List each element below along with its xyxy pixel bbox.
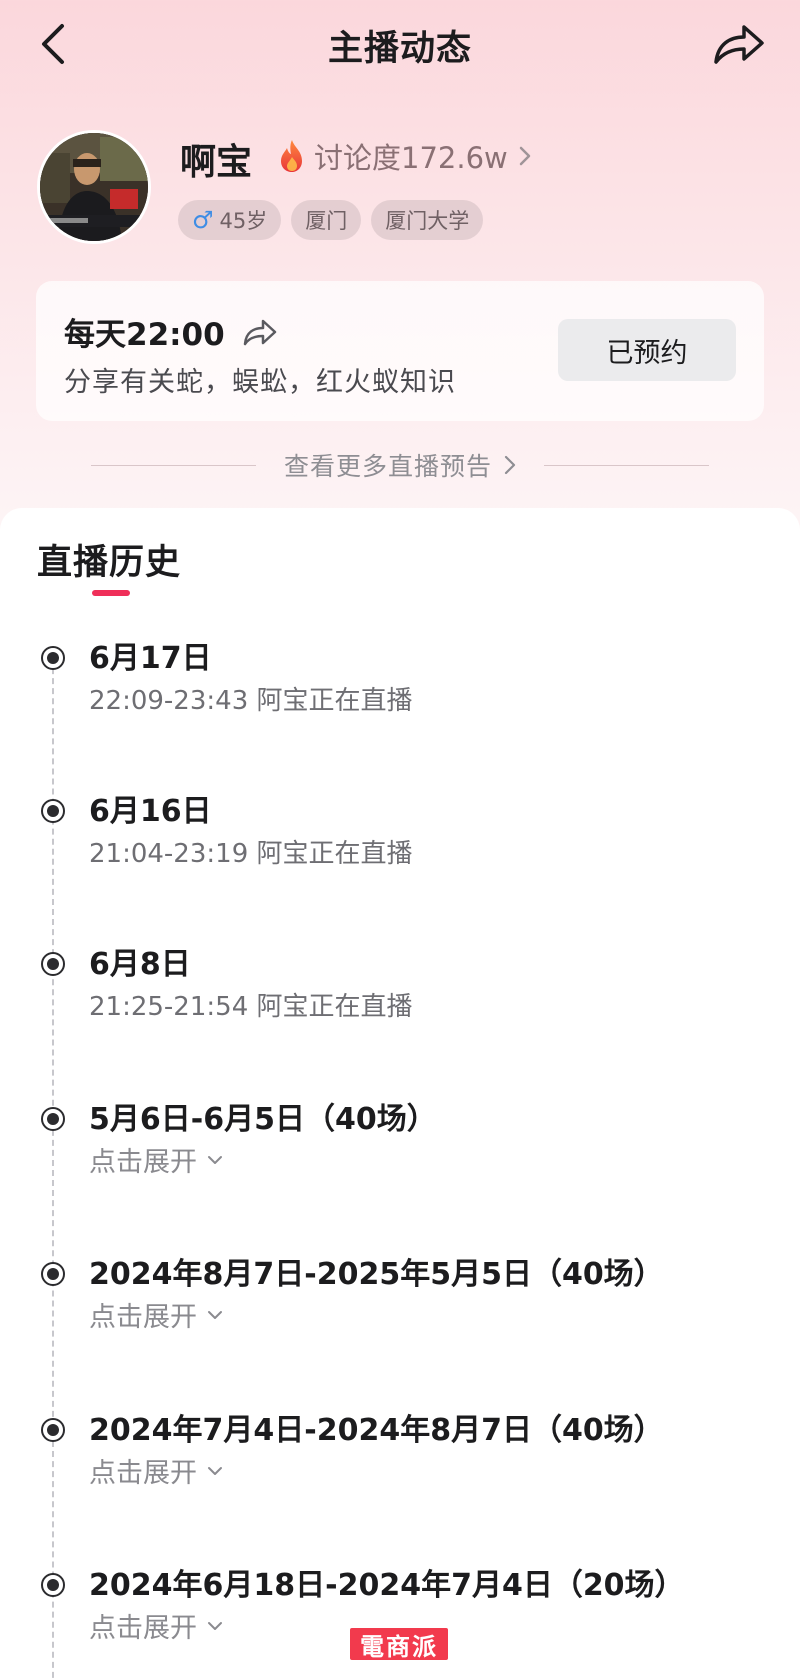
avatar[interactable] bbox=[37, 130, 151, 244]
expand-label: 点击展开 bbox=[89, 1613, 197, 1644]
share-button[interactable] bbox=[710, 20, 766, 68]
chevron-down-icon bbox=[208, 1310, 222, 1319]
expand-label: 点击展开 bbox=[89, 1147, 197, 1178]
timeline-dot-icon bbox=[41, 1418, 65, 1442]
expand-button[interactable]: 点击展开 bbox=[89, 1606, 223, 1645]
timeline-date: 2024年7月4日-2024年8月7日（40场） bbox=[89, 1413, 664, 1448]
flame-icon bbox=[281, 140, 302, 172]
share-arrow-icon[interactable] bbox=[241, 317, 279, 347]
school-tag: 厦门大学 bbox=[371, 200, 484, 240]
schedule-description: 分享有关蛇，蜈蚣，红火蚁知识 bbox=[64, 367, 456, 398]
expand-label: 点击展开 bbox=[89, 1302, 197, 1333]
expand-button[interactable]: 点击展开 bbox=[89, 1140, 223, 1179]
timeline-detail: 21:25-21:54 阿宝正在直播 bbox=[89, 992, 413, 1022]
watermark-logo: 電商派 bbox=[350, 1628, 448, 1661]
share-arrow-icon bbox=[714, 25, 764, 64]
more-previews-row: 查看更多直播预告 bbox=[0, 448, 800, 482]
timeline-date: 6月17日 bbox=[89, 641, 212, 676]
timeline-date: 5月6日-6月5日（40场） bbox=[89, 1102, 437, 1137]
timeline-date: 2024年6月18日-2024年7月4日（20场） bbox=[89, 1568, 685, 1603]
more-previews-link[interactable]: 查看更多直播预告 bbox=[284, 447, 516, 483]
anchor-name: 啊宝 bbox=[180, 142, 253, 183]
timeline-detail: 22:09-23:43 阿宝正在直播 bbox=[89, 686, 413, 716]
chevron-down-icon bbox=[208, 1621, 222, 1630]
more-previews-label: 查看更多直播预告 bbox=[283, 452, 492, 481]
live-history-panel: 直播历史 6月17日 22:09-23:43 阿宝正在直播 6月16日 21:0… bbox=[0, 508, 800, 1679]
history-title: 直播历史 bbox=[37, 543, 182, 583]
heat-index-label: 讨论度172.6w bbox=[314, 141, 508, 175]
city-tag: 厦门 bbox=[291, 200, 362, 240]
timeline-dot-icon bbox=[41, 646, 65, 670]
title-underline bbox=[92, 590, 130, 596]
timeline-dot-icon bbox=[41, 1262, 65, 1286]
age-tag: ♂ 45岁 bbox=[178, 200, 282, 240]
top-nav-bar: 主播动态 bbox=[0, 0, 800, 92]
age-label: 45岁 bbox=[219, 209, 268, 233]
expand-button[interactable]: 点击展开 bbox=[89, 1451, 223, 1490]
divider-right bbox=[544, 464, 709, 466]
timeline-dot-icon bbox=[41, 1107, 65, 1131]
schedule-time: 每天22:00 bbox=[64, 317, 225, 353]
timeline-date: 2024年8月7日-2025年5月5日（40场） bbox=[89, 1257, 664, 1292]
expand-label: 点击展开 bbox=[89, 1458, 197, 1489]
profile-tags: ♂ 45岁 厦门 厦门大学 bbox=[178, 200, 484, 240]
male-icon: ♂ bbox=[192, 206, 214, 234]
timeline-date: 6月16日 bbox=[89, 794, 212, 829]
timeline-detail: 21:04-23:19 阿宝正在直播 bbox=[89, 839, 413, 869]
timeline-dot-icon bbox=[41, 799, 65, 823]
timeline-dot-icon bbox=[41, 1573, 65, 1597]
heat-index-link[interactable]: 讨论度172.6w bbox=[278, 136, 532, 176]
timeline-date: 6月8日 bbox=[89, 947, 191, 982]
expand-button[interactable]: 点击展开 bbox=[89, 1295, 223, 1334]
page-title: 主播动态 bbox=[327, 29, 472, 69]
chevron-down-icon bbox=[208, 1466, 222, 1475]
chevron-right-icon bbox=[504, 455, 516, 475]
chevron-right-icon bbox=[519, 146, 530, 166]
timeline-dot-icon bbox=[41, 952, 65, 976]
chevron-down-icon bbox=[208, 1155, 222, 1164]
live-schedule-card: 每天22:00 分享有关蛇，蜈蚣，红火蚁知识 已预约 bbox=[36, 281, 764, 421]
schedule-time-row: 每天22:00 bbox=[64, 309, 279, 354]
divider-left bbox=[90, 464, 256, 466]
avatar-image bbox=[40, 133, 148, 241]
reserved-button[interactable]: 已预约 bbox=[558, 319, 736, 381]
